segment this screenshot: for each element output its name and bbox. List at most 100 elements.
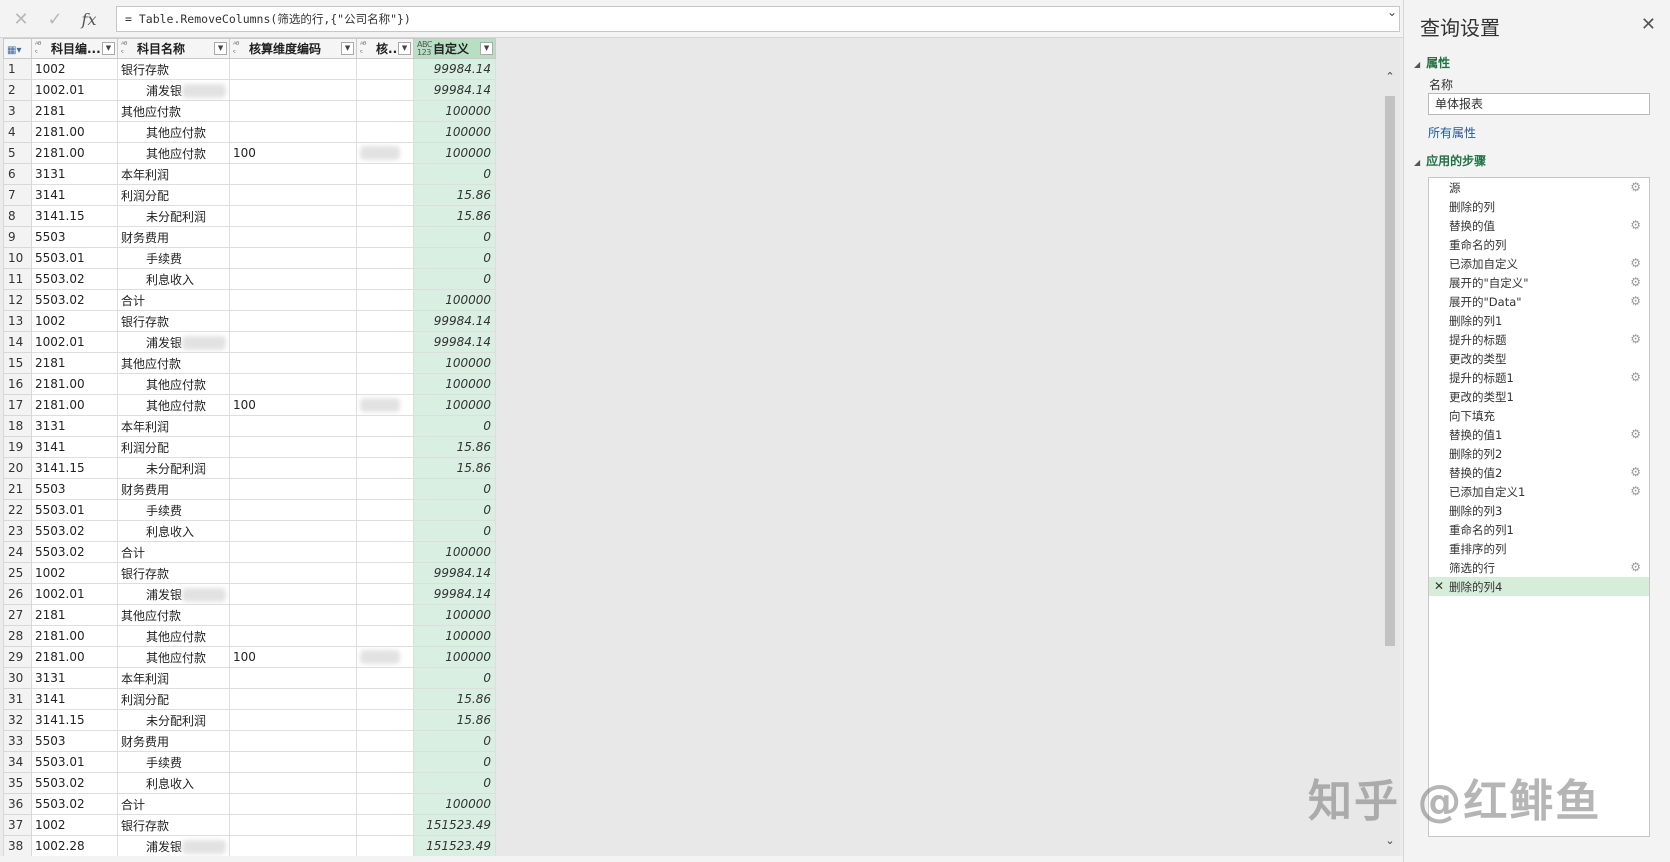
cell-custom-value[interactable]: 100000 xyxy=(413,625,497,647)
row-number[interactable]: 37 xyxy=(3,814,32,836)
applied-step[interactable]: 展开的"自定义" ⚙ xyxy=(1429,273,1649,292)
cell-dimension-code[interactable] xyxy=(229,247,358,269)
row-number[interactable]: 17 xyxy=(3,394,32,416)
gear-icon[interactable]: ⚙ xyxy=(1630,484,1641,498)
cell-dimension-code[interactable] xyxy=(229,289,358,311)
cell-dimension-name[interactable] xyxy=(356,142,415,164)
cell-account-code[interactable]: 3131 xyxy=(31,163,118,185)
cell-dimension-code[interactable] xyxy=(229,499,358,521)
cell-account-name[interactable]: 其他应付款 xyxy=(116,142,231,164)
cell-account-code[interactable]: 1002 xyxy=(31,310,118,332)
table-row[interactable]: 6 3131 本年利润 0 xyxy=(3,163,497,185)
applied-step[interactable]: 更改的类型 xyxy=(1429,349,1649,368)
cell-dimension-code[interactable] xyxy=(229,457,358,479)
cell-custom-value[interactable]: 0 xyxy=(413,751,497,773)
cell-account-name[interactable]: 本年利润 xyxy=(116,415,231,437)
cell-dimension-name[interactable] xyxy=(356,226,415,248)
applied-step[interactable]: 向下填充 xyxy=(1429,406,1649,425)
cell-account-name[interactable]: 其他应付款 xyxy=(116,625,231,647)
cell-dimension-code[interactable] xyxy=(229,730,358,752)
cell-dimension-code[interactable] xyxy=(229,352,358,374)
scrollbar-thumb[interactable] xyxy=(1385,96,1395,646)
cell-account-name[interactable]: 财务费用 xyxy=(116,226,231,248)
cell-dimension-name[interactable] xyxy=(356,310,415,332)
column-filter-icon[interactable]: ▼ xyxy=(480,42,494,55)
cell-account-code[interactable]: 3141 xyxy=(31,688,118,710)
cell-custom-value[interactable]: 99984.14 xyxy=(413,58,497,80)
cell-account-name[interactable]: 本年利润 xyxy=(116,667,231,689)
cell-custom-value[interactable]: 15.86 xyxy=(413,457,497,479)
cell-dimension-name[interactable] xyxy=(356,436,415,458)
scroll-down-icon[interactable]: ⌄ xyxy=(1383,834,1397,850)
cell-custom-value[interactable]: 0 xyxy=(413,226,497,248)
vertical-scrollbar[interactable]: ⌃ ⌄ xyxy=(1383,70,1397,850)
gear-icon[interactable]: ⚙ xyxy=(1630,560,1641,574)
cell-custom-value[interactable]: 0 xyxy=(413,667,497,689)
cell-custom-value[interactable]: 151523.49 xyxy=(413,814,497,836)
table-row[interactable]: 30 3131 本年利润 0 xyxy=(3,667,497,689)
cell-dimension-name[interactable] xyxy=(356,751,415,773)
cell-dimension-name[interactable] xyxy=(356,163,415,185)
table-row[interactable]: 32 3141.15 未分配利润 15.86 xyxy=(3,709,497,731)
cell-dimension-name[interactable] xyxy=(356,541,415,563)
table-row[interactable]: 1 1002 银行存款 99984.14 xyxy=(3,58,497,80)
applied-step[interactable]: 提升的标题1 ⚙ xyxy=(1429,368,1649,387)
cell-custom-value[interactable]: 0 xyxy=(413,163,497,185)
row-number[interactable]: 18 xyxy=(3,415,32,437)
cell-dimension-code[interactable] xyxy=(229,751,358,773)
cell-dimension-code[interactable] xyxy=(229,772,358,794)
applied-step[interactable]: 删除的列 xyxy=(1429,197,1649,216)
cell-account-name[interactable]: 本年利润 xyxy=(116,163,231,185)
cell-dimension-code[interactable] xyxy=(229,814,358,836)
cell-dimension-name[interactable] xyxy=(356,835,415,857)
cell-dimension-code[interactable] xyxy=(229,100,358,122)
row-number[interactable]: 25 xyxy=(3,562,32,584)
column-header[interactable]: ᴬᴮ ᶜ 核... ▼ xyxy=(356,38,415,59)
table-row[interactable]: 31 3141 利润分配 15.86 xyxy=(3,688,497,710)
row-number[interactable]: 4 xyxy=(3,121,32,143)
cell-custom-value[interactable]: 15.86 xyxy=(413,436,497,458)
cell-account-name[interactable]: 其他应付款 xyxy=(116,604,231,626)
applied-step[interactable]: 展开的"Data" ⚙ xyxy=(1429,292,1649,311)
scroll-up-icon[interactable]: ⌃ xyxy=(1383,70,1397,86)
cell-dimension-code[interactable] xyxy=(229,835,358,857)
column-filter-icon[interactable]: ▼ xyxy=(398,42,412,55)
cell-dimension-code[interactable] xyxy=(229,541,358,563)
row-number[interactable]: 30 xyxy=(3,667,32,689)
cell-account-name[interactable]: 银行存款 xyxy=(116,562,231,584)
row-number[interactable]: 11 xyxy=(3,268,32,290)
cell-dimension-name[interactable] xyxy=(356,184,415,206)
cell-account-name[interactable]: 未分配利润 xyxy=(116,709,231,731)
cell-account-code[interactable]: 5503.01 xyxy=(31,751,118,773)
cell-dimension-code[interactable] xyxy=(229,604,358,626)
applied-step[interactable]: 删除的列3 xyxy=(1429,501,1649,520)
cell-custom-value[interactable]: 0 xyxy=(413,268,497,290)
cell-dimension-name[interactable] xyxy=(356,730,415,752)
cell-dimension-code[interactable]: 100 xyxy=(229,646,358,668)
cell-custom-value[interactable]: 99984.14 xyxy=(413,310,497,332)
cell-custom-value[interactable]: 99984.14 xyxy=(413,331,497,353)
row-number[interactable]: 10 xyxy=(3,247,32,269)
cell-account-name[interactable]: 其他应付款 xyxy=(116,394,231,416)
cell-account-code[interactable]: 5503.02 xyxy=(31,268,118,290)
applied-step[interactable]: 已添加自定义1 ⚙ xyxy=(1429,482,1649,501)
text-type-icon[interactable]: ᴬᴮ ᶜ xyxy=(233,41,249,57)
cell-account-name[interactable]: 其他应付款 xyxy=(116,121,231,143)
column-header-selected[interactable]: ABC 123 自定义 ▼ xyxy=(413,38,497,59)
column-header[interactable]: ᴬᴮ ᶜ 科目名称 ▼ xyxy=(116,38,231,59)
cell-account-name[interactable]: 利息收入 xyxy=(116,268,231,290)
cell-custom-value[interactable]: 100000 xyxy=(413,289,497,311)
cell-dimension-name[interactable] xyxy=(356,478,415,500)
gear-icon[interactable]: ⚙ xyxy=(1630,180,1641,194)
cell-account-code[interactable]: 5503.01 xyxy=(31,247,118,269)
table-row[interactable]: 9 5503 财务费用 0 xyxy=(3,226,497,248)
row-number[interactable]: 29 xyxy=(3,646,32,668)
cell-dimension-name[interactable] xyxy=(356,58,415,80)
cell-account-code[interactable]: 5503.02 xyxy=(31,520,118,542)
table-row[interactable]: 12 5503.02 合计 100000 xyxy=(3,289,497,311)
cell-account-name[interactable]: 浦发银 xyxy=(116,835,231,857)
row-number[interactable]: 34 xyxy=(3,751,32,773)
cell-account-name[interactable]: 合计 xyxy=(116,289,231,311)
cell-dimension-name[interactable] xyxy=(356,394,415,416)
query-name-field[interactable]: 单体报表 xyxy=(1428,93,1650,115)
